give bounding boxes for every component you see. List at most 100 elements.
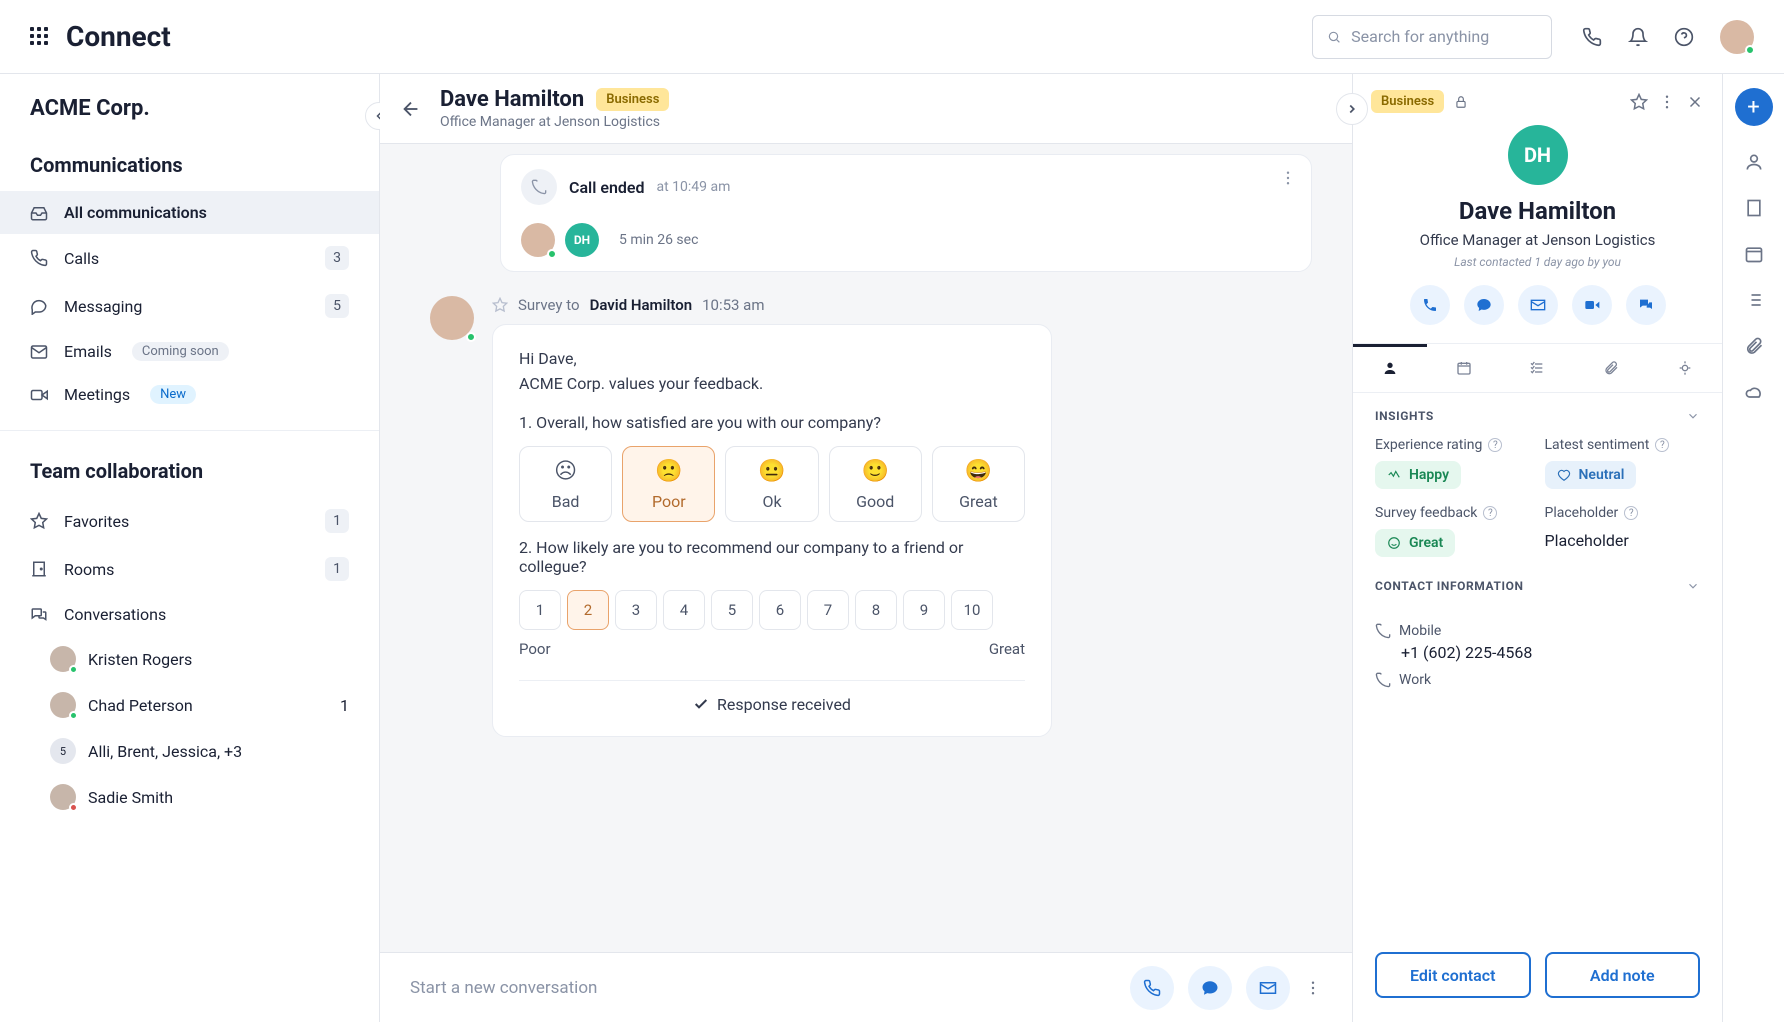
question-1: 1. Overall, how satisfied are you with o…: [519, 413, 1025, 432]
nav-messaging[interactable]: Messaging 5: [0, 282, 379, 330]
apps-grid-icon[interactable]: [30, 27, 50, 47]
lock-icon[interactable]: [1454, 95, 1468, 109]
close-icon[interactable]: [1686, 93, 1704, 111]
rating-bad[interactable]: ☹Bad: [519, 446, 612, 522]
nps-9[interactable]: 9: [903, 590, 945, 630]
action-video-button[interactable]: [1572, 285, 1612, 325]
action-mail-button[interactable]: [1518, 285, 1558, 325]
right-rail: +: [1722, 74, 1784, 1022]
compose-call-button[interactable]: [1130, 966, 1174, 1010]
nps-3[interactable]: 3: [615, 590, 657, 630]
rating-label: Bad: [552, 492, 580, 511]
nps-10[interactable]: 10: [951, 590, 993, 630]
tasks-icon[interactable]: [1744, 290, 1764, 310]
calendar-icon[interactable]: [1744, 244, 1764, 264]
nps-6[interactable]: 6: [759, 590, 801, 630]
details-panel: Business DH Dave Hamilton Office Manager…: [1352, 74, 1722, 1022]
phone-icon[interactable]: [1582, 27, 1602, 47]
building-icon[interactable]: [1744, 198, 1764, 218]
compose-chat-button[interactable]: [1188, 966, 1232, 1010]
badge-count: 1: [325, 557, 349, 581]
chip-happy: Happy: [1375, 461, 1461, 489]
chip-neutral: Neutral: [1545, 461, 1637, 489]
more-vertical-icon[interactable]: [1658, 93, 1676, 111]
user-icon[interactable]: [1744, 152, 1764, 172]
compose-input[interactable]: [410, 978, 1116, 998]
nav-label: Emails: [64, 342, 112, 361]
bell-icon[interactable]: [1628, 27, 1648, 47]
more-vertical-icon[interactable]: [1279, 169, 1297, 187]
pill-new: New: [150, 385, 196, 404]
nav-all-communications[interactable]: All communications: [0, 191, 379, 234]
help-icon[interactable]: [1674, 27, 1694, 47]
contact-avatar: DH: [1508, 125, 1568, 185]
forward-button[interactable]: [1336, 93, 1368, 125]
chat-icon: [30, 297, 50, 315]
call-duration: 5 min 26 sec: [619, 232, 698, 248]
action-chat-button[interactable]: [1464, 285, 1504, 325]
star-outline-icon[interactable]: [492, 297, 508, 313]
rating-poor[interactable]: 🙁Poor: [622, 446, 715, 522]
details-name: Dave Hamilton: [1459, 197, 1616, 225]
rating-good[interactable]: 🙂 Good: [829, 446, 922, 522]
nav-calls[interactable]: Calls 3: [0, 234, 379, 282]
rating-ok[interactable]: 😐Ok: [725, 446, 818, 522]
nav-label: Meetings: [64, 385, 130, 404]
help-icon[interactable]: ?: [1655, 438, 1669, 452]
nps-8[interactable]: 8: [855, 590, 897, 630]
nps-7[interactable]: 7: [807, 590, 849, 630]
nav-emails[interactable]: Emails Coming soon: [0, 330, 379, 373]
cloud-icon[interactable]: [1744, 382, 1764, 402]
star-icon: [30, 512, 50, 530]
conversation-item[interactable]: Kristen Rogers: [0, 636, 379, 682]
search-box[interactable]: [1312, 15, 1552, 59]
back-arrow-icon[interactable]: [400, 98, 422, 120]
survey-recipient: David Hamilton: [590, 296, 693, 314]
search-input[interactable]: [1351, 27, 1537, 46]
nav-rooms[interactable]: Rooms 1: [0, 545, 379, 593]
user-avatar[interactable]: [1720, 20, 1754, 54]
conversation-name: Kristen Rogers: [88, 650, 192, 669]
conversation-item[interactable]: Chad Peterson1: [0, 682, 379, 728]
help-icon[interactable]: ?: [1483, 506, 1497, 520]
tab-calendar[interactable]: [1427, 344, 1501, 392]
action-call-button[interactable]: [1410, 285, 1450, 325]
tab-attachments[interactable]: [1574, 344, 1648, 392]
nav-favorites[interactable]: Favorites 1: [0, 497, 379, 545]
edit-contact-button[interactable]: Edit contact: [1375, 952, 1531, 998]
avatar-initials: DH: [1524, 143, 1551, 167]
add-button[interactable]: +: [1735, 88, 1773, 126]
nav-conversations[interactable]: Conversations: [0, 593, 379, 636]
conversation-item[interactable]: Sadie Smith: [0, 774, 379, 820]
tab-profile[interactable]: [1353, 344, 1427, 392]
chevron-down-icon[interactable]: [1686, 409, 1700, 423]
face-icon: 🙂: [862, 459, 889, 484]
sidebar-section-communications: Communications: [0, 139, 379, 191]
nav-label: All communications: [64, 203, 207, 222]
scale-high: Great: [989, 640, 1025, 658]
conversation-item[interactable]: 5Alli, Brent, Jessica, +3: [0, 728, 379, 774]
nav-meetings[interactable]: Meetings New: [0, 373, 379, 416]
insights-header: INSIGHTS: [1375, 409, 1434, 423]
compose-more-icon[interactable]: [1304, 979, 1322, 997]
nps-5[interactable]: 5: [711, 590, 753, 630]
rating-great[interactable]: 😄Great: [932, 446, 1025, 522]
nav-label: Messaging: [64, 297, 142, 316]
participant-avatar-dh: DH: [565, 223, 599, 257]
nps-1[interactable]: 1: [519, 590, 561, 630]
tab-insights[interactable]: [1648, 344, 1722, 392]
nps-2[interactable]: 2: [567, 590, 609, 630]
tab-tasks[interactable]: [1501, 344, 1575, 392]
rating-label: Good: [856, 492, 894, 511]
compose-mail-button[interactable]: [1246, 966, 1290, 1010]
add-note-button[interactable]: Add note: [1545, 952, 1701, 998]
help-icon[interactable]: ?: [1488, 438, 1502, 452]
sender-avatar: [430, 296, 474, 340]
nps-4[interactable]: 4: [663, 590, 705, 630]
chevron-down-icon[interactable]: [1686, 579, 1700, 593]
star-outline-icon[interactable]: [1630, 93, 1648, 111]
help-icon[interactable]: ?: [1624, 506, 1638, 520]
action-chat2-button[interactable]: [1626, 285, 1666, 325]
attachment-icon[interactable]: [1744, 336, 1764, 356]
pill-coming-soon: Coming soon: [132, 342, 229, 361]
